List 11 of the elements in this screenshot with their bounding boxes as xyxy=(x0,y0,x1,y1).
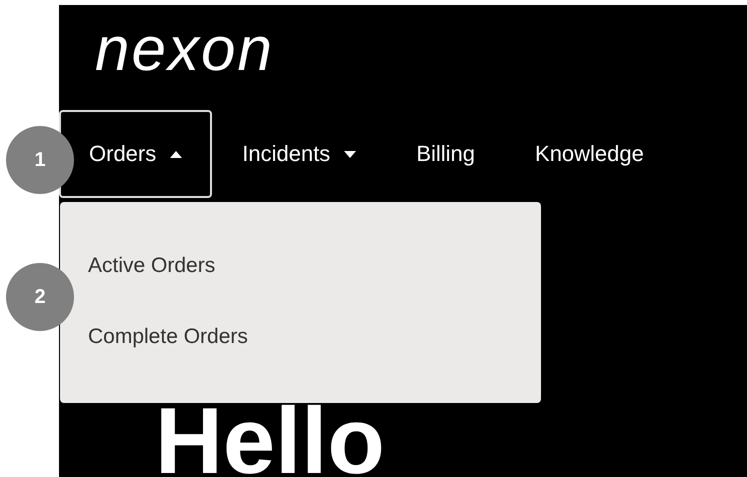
callout-badge: 2 xyxy=(6,263,74,331)
nav-tab[interactable]: Billing xyxy=(386,110,506,198)
hero-heading: Hello xyxy=(155,406,385,476)
caret-icon xyxy=(170,150,182,158)
caret-icon xyxy=(344,150,356,158)
menu-item[interactable]: Complete Orders xyxy=(88,323,248,351)
nav-tab[interactable]: Incidents xyxy=(212,110,386,198)
menu-item[interactable]: Active Orders xyxy=(88,252,216,280)
nav-tab[interactable]: Knowledge xyxy=(505,110,674,198)
logo[interactable]: nexon xyxy=(95,19,274,81)
callout-badge: 1 xyxy=(6,126,74,194)
